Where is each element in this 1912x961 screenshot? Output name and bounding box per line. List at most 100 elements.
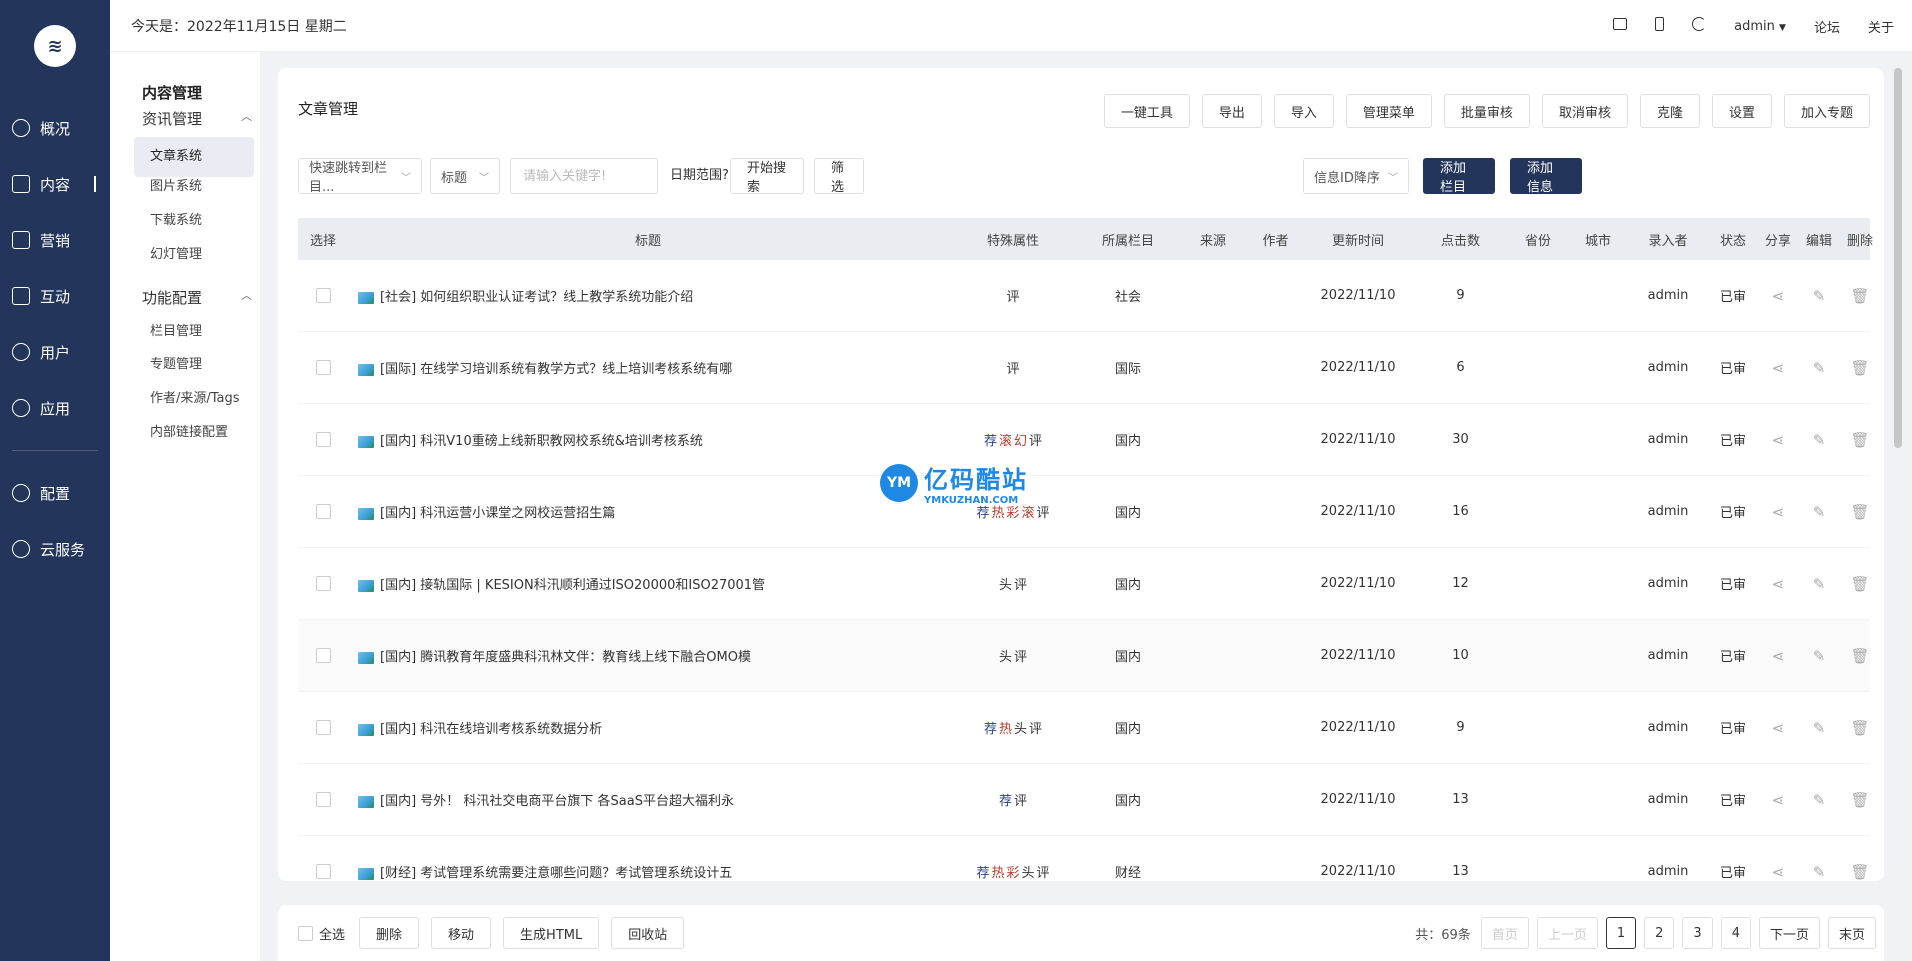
trash-icon[interactable]: 🗑: [1840, 791, 1880, 809]
article-title[interactable]: [财经] 考试管理系统需要注意哪些问题？考试管理系统设计五: [380, 866, 732, 881]
attribute-tag[interactable]: 热: [999, 722, 1012, 737]
attribute-tag[interactable]: 热: [991, 506, 1004, 521]
article-title[interactable]: [国内] 腾讯教育年度盛典科汛林文伴：教育线上线下融合OMO模: [380, 650, 751, 665]
attribute-tag[interactable]: 滚: [1022, 506, 1035, 521]
scrollbar-thumb[interactable]: [1894, 68, 1902, 448]
row-checkbox[interactable]: [315, 504, 331, 519]
keyword-input[interactable]: [510, 158, 658, 194]
toolbar-button-6[interactable]: 克隆: [1639, 94, 1700, 128]
row-checkbox[interactable]: [315, 288, 331, 303]
table-row[interactable]: [社会] 如何组织职业认证考试？线上教学系统功能介绍 评 社会 2022/11/10 9…: [298, 260, 1870, 332]
status-cell[interactable]: 已审: [1708, 574, 1758, 593]
edit-icon[interactable]: ✎: [1798, 791, 1840, 809]
attribute-tag[interactable]: 评: [1037, 506, 1050, 521]
toolbar-button-1[interactable]: 导出: [1201, 94, 1262, 128]
add-info-button[interactable]: 添加信息: [1510, 158, 1582, 195]
bulk-action-button-1[interactable]: 移动: [431, 917, 492, 949]
bulk-action-button-0[interactable]: 删除: [359, 917, 420, 949]
select-all-checkbox[interactable]: 全选: [298, 924, 345, 943]
attribute-tag[interactable]: 彩: [1006, 506, 1019, 521]
table-row[interactable]: [国内] 科汛V10重磅上线新职教网校系统&培训考核系统 荐滚幻评 国内 2022/1…: [298, 404, 1870, 476]
subnav-item-slideshow[interactable]: 幻灯管理: [134, 235, 254, 275]
table-row[interactable]: [国内] 科汛运营小课堂之网校运营招生篇 荐热彩滚评 国内 2022/11/10 16 a…: [298, 476, 1870, 548]
table-row[interactable]: [国内] 接轨国际 | KESION科汛顺利通过ISO20000和ISO2700…: [298, 548, 1870, 620]
share-icon[interactable]: ⋖: [1758, 503, 1798, 521]
toolbar-button-0[interactable]: 一键工具: [1103, 94, 1190, 128]
attribute-tag[interactable]: 评: [1014, 794, 1027, 809]
toolbar-button-2[interactable]: 导入: [1273, 94, 1334, 128]
about-link[interactable]: 关于: [1868, 17, 1894, 36]
attribute-tag[interactable]: 评: [1014, 650, 1027, 665]
page-number-button[interactable]: 3: [1682, 917, 1713, 949]
toolbar-button-8[interactable]: 加入专题: [1783, 94, 1870, 128]
sidebar-item-4[interactable]: 用户: [0, 324, 110, 380]
attribute-tag[interactable]: 评: [1014, 578, 1027, 593]
row-checkbox[interactable]: [315, 864, 331, 879]
status-cell[interactable]: 已审: [1708, 358, 1758, 377]
toolbar-button-7[interactable]: 设置: [1711, 94, 1772, 128]
refresh-icon[interactable]: [1692, 17, 1707, 35]
edit-icon[interactable]: ✎: [1798, 863, 1840, 881]
edit-icon[interactable]: ✎: [1798, 575, 1840, 593]
date-range-label[interactable]: 日期范围?: [670, 158, 729, 194]
table-row[interactable]: [国内] 腾讯教育年度盛典科汛林文伴：教育线上线下融合OMO模 头评 国内 2022/…: [298, 620, 1870, 692]
article-title[interactable]: [国内] 科汛在线培训考核系统数据分析: [380, 722, 602, 737]
row-checkbox[interactable]: [315, 792, 331, 807]
share-icon[interactable]: ⋖: [1758, 575, 1798, 593]
article-title[interactable]: [国内] 科汛V10重磅上线新职教网校系统&培训考核系统: [380, 434, 703, 449]
trash-icon[interactable]: 🗑: [1840, 575, 1880, 593]
article-title[interactable]: [社会] 如何组织职业认证考试？线上教学系统功能介绍: [380, 290, 693, 305]
share-icon[interactable]: ⋖: [1758, 719, 1798, 737]
toolbar-button-4[interactable]: 批量审核: [1443, 94, 1530, 128]
subnav-group-news[interactable]: 资讯管理 ︿: [142, 108, 252, 129]
prev-page-button[interactable]: 上一页: [1536, 917, 1598, 949]
field-select[interactable]: 标题 ﹀: [430, 158, 500, 194]
attribute-tag[interactable]: 评: [1037, 866, 1050, 881]
attribute-tag[interactable]: 头: [1014, 722, 1027, 737]
attribute-tag[interactable]: 荐: [984, 434, 997, 449]
status-cell[interactable]: 已审: [1708, 718, 1758, 737]
trash-icon[interactable]: 🗑: [1840, 503, 1880, 521]
edit-icon[interactable]: ✎: [1798, 719, 1840, 737]
toolbar-button-5[interactable]: 取消审核: [1541, 94, 1628, 128]
share-icon[interactable]: ⋖: [1758, 647, 1798, 665]
article-title[interactable]: [国内] 接轨国际 | KESION科汛顺利通过ISO20000和ISO2700…: [380, 578, 765, 593]
share-icon[interactable]: ⋖: [1758, 791, 1798, 809]
sidebar-bottom-item-0[interactable]: 配置: [0, 465, 110, 521]
edit-icon[interactable]: ✎: [1798, 431, 1840, 449]
sidebar-item-0[interactable]: 概况: [0, 100, 110, 156]
forum-link[interactable]: 论坛: [1814, 17, 1840, 36]
attribute-tag[interactable]: 荐: [976, 866, 989, 881]
status-cell[interactable]: 已审: [1708, 502, 1758, 521]
sidebar-item-3[interactable]: 互动: [0, 268, 110, 324]
row-checkbox[interactable]: [315, 720, 331, 735]
trash-icon[interactable]: 🗑: [1840, 719, 1880, 737]
checkbox[interactable]: [298, 925, 313, 941]
status-cell[interactable]: 已审: [1708, 286, 1758, 305]
article-title[interactable]: [国内] 号外！ 科汛社交电商平台旗下 各SaaS平台超大福利永: [380, 794, 734, 809]
status-cell[interactable]: 已审: [1708, 430, 1758, 449]
table-row[interactable]: [财经] 考试管理系统需要注意哪些问题？考试管理系统设计五 荐热彩头评 财经 2022…: [298, 836, 1870, 908]
sort-select[interactable]: 信息ID降序 ﹀: [1303, 158, 1409, 194]
attribute-tag[interactable]: 头: [999, 650, 1012, 665]
page-number-button[interactable]: 4: [1720, 917, 1751, 949]
table-row[interactable]: [国际] 在线学习培训系统有教学方式？线上培训考核系统有哪 评 国际 2022/11/…: [298, 332, 1870, 404]
article-title[interactable]: [国内] 科汛运营小课堂之网校运营招生篇: [380, 506, 615, 521]
sidebar-item-5[interactable]: 应用: [0, 380, 110, 436]
attribute-tag[interactable]: 荐: [984, 722, 997, 737]
sidebar-bottom-item-1[interactable]: 云服务: [0, 521, 110, 577]
share-icon[interactable]: ⋖: [1758, 359, 1798, 377]
attribute-tag[interactable]: 彩: [1006, 866, 1019, 881]
row-checkbox[interactable]: [315, 576, 331, 591]
add-column-button[interactable]: 添加栏目: [1423, 158, 1495, 195]
sidebar-item-2[interactable]: 营销: [0, 212, 110, 268]
subnav-item-internal-links[interactable]: 内部链接配置: [134, 413, 254, 453]
edit-icon[interactable]: ✎: [1798, 287, 1840, 305]
share-icon[interactable]: ⋖: [1758, 287, 1798, 305]
status-cell[interactable]: 已审: [1708, 646, 1758, 665]
sidebar-item-1[interactable]: 内容: [0, 156, 110, 212]
vertical-scrollbar[interactable]: [1894, 68, 1902, 881]
status-cell[interactable]: 已审: [1708, 862, 1758, 881]
table-row[interactable]: [国内] 号外！ 科汛社交电商平台旗下 各SaaS平台超大福利永 荐评 国内 2022…: [298, 764, 1870, 836]
trash-icon[interactable]: 🗑: [1840, 431, 1880, 449]
